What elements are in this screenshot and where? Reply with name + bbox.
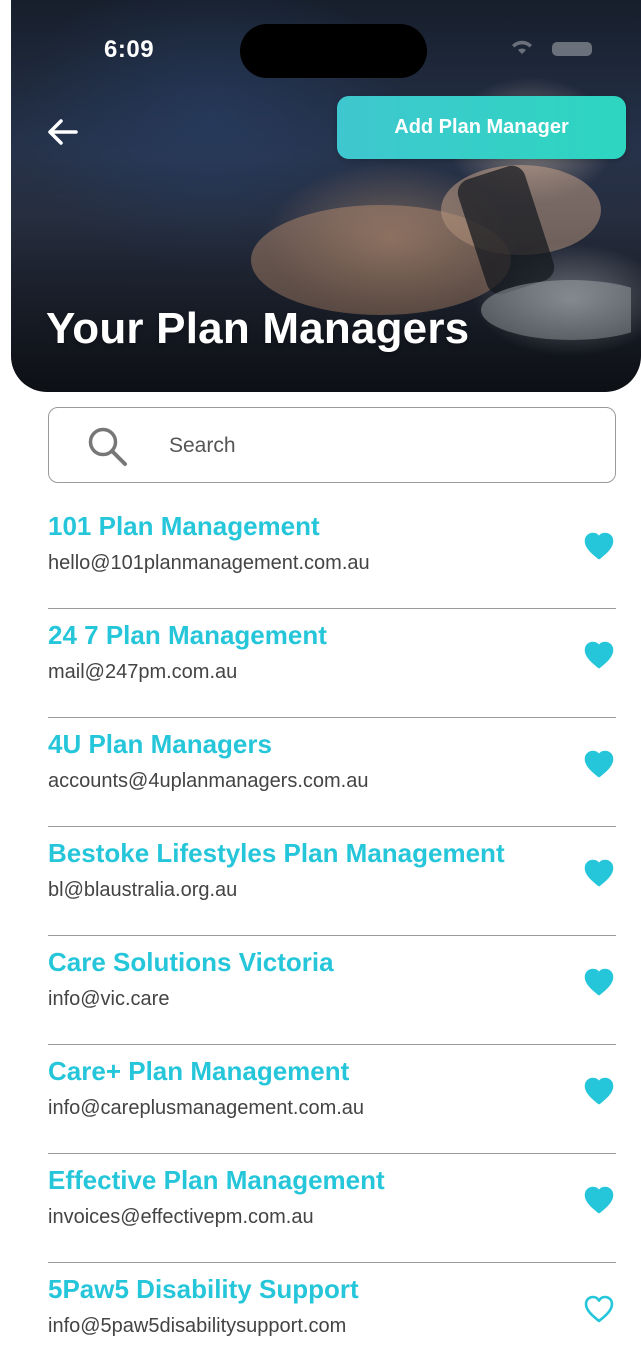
manager-name: 5Paw5 Disability Support	[48, 1274, 359, 1304]
search-input[interactable]	[167, 426, 591, 466]
manager-email: info@careplusmanagement.com.au	[48, 1097, 365, 1119]
manager-name: Care Solutions Victoria	[48, 947, 334, 977]
manager-name: 24 7 Plan Management	[48, 620, 327, 650]
page-title: Your Plan Managers	[46, 304, 470, 353]
status-icons	[512, 40, 592, 56]
heart-filled-icon[interactable]	[584, 1077, 614, 1105]
list-item[interactable]: Bestoke Lifestyles Plan Management bl@bl…	[48, 827, 616, 936]
list-item[interactable]: Care Solutions Victoria info@vic.care	[48, 936, 616, 1045]
status-time: 6:09	[104, 36, 155, 63]
heart-filled-icon[interactable]	[584, 641, 614, 669]
heart-filled-icon[interactable]	[584, 968, 614, 996]
plan-manager-list: 101 Plan Management hello@101planmanagem…	[48, 500, 616, 1354]
manager-name: Effective Plan Management	[48, 1165, 385, 1195]
manager-name: 101 Plan Management	[48, 511, 320, 541]
heart-outline-icon[interactable]	[584, 1295, 614, 1323]
manager-name: Care+ Plan Management	[48, 1056, 350, 1086]
manager-email: mail@247pm.com.au	[48, 661, 238, 683]
plan-managers-screen: 6:09 Add Plan Manager Your Plan Managers…	[0, 0, 641, 1354]
heart-filled-icon[interactable]	[584, 1186, 614, 1214]
list-item[interactable]: Care+ Plan Management info@careplusmanag…	[48, 1045, 616, 1154]
add-plan-manager-button[interactable]: Add Plan Manager	[337, 96, 626, 159]
search-icon	[88, 427, 127, 466]
manager-email: info@vic.care	[48, 988, 170, 1010]
heart-filled-icon[interactable]	[584, 859, 614, 887]
list-item[interactable]: 101 Plan Management hello@101planmanagem…	[48, 500, 616, 609]
manager-email: accounts@4uplanmanagers.com.au	[48, 770, 369, 792]
arrow-left-icon	[48, 119, 78, 145]
wifi-icon	[512, 40, 532, 54]
dynamic-island	[240, 24, 427, 78]
list-item[interactable]: 4U Plan Managers accounts@4uplanmanagers…	[48, 718, 616, 827]
battery-icon	[552, 42, 592, 56]
manager-email: info@5paw5disabilitysupport.com	[48, 1315, 347, 1337]
list-item[interactable]: Effective Plan Management invoices@effec…	[48, 1154, 616, 1263]
search-bar[interactable]	[48, 407, 616, 483]
heart-filled-icon[interactable]	[584, 532, 614, 560]
manager-email: bl@blaustralia.org.au	[48, 879, 238, 901]
back-button[interactable]	[42, 112, 82, 152]
manager-email: invoices@effectivepm.com.au	[48, 1206, 314, 1228]
list-item[interactable]: 24 7 Plan Management mail@247pm.com.au	[48, 609, 616, 718]
heart-filled-icon[interactable]	[584, 750, 614, 778]
manager-email: hello@101planmanagement.com.au	[48, 552, 370, 574]
list-item[interactable]: 5Paw5 Disability Support info@5paw5disab…	[48, 1263, 616, 1354]
manager-name: 4U Plan Managers	[48, 729, 272, 759]
manager-name: Bestoke Lifestyles Plan Management	[48, 838, 505, 868]
